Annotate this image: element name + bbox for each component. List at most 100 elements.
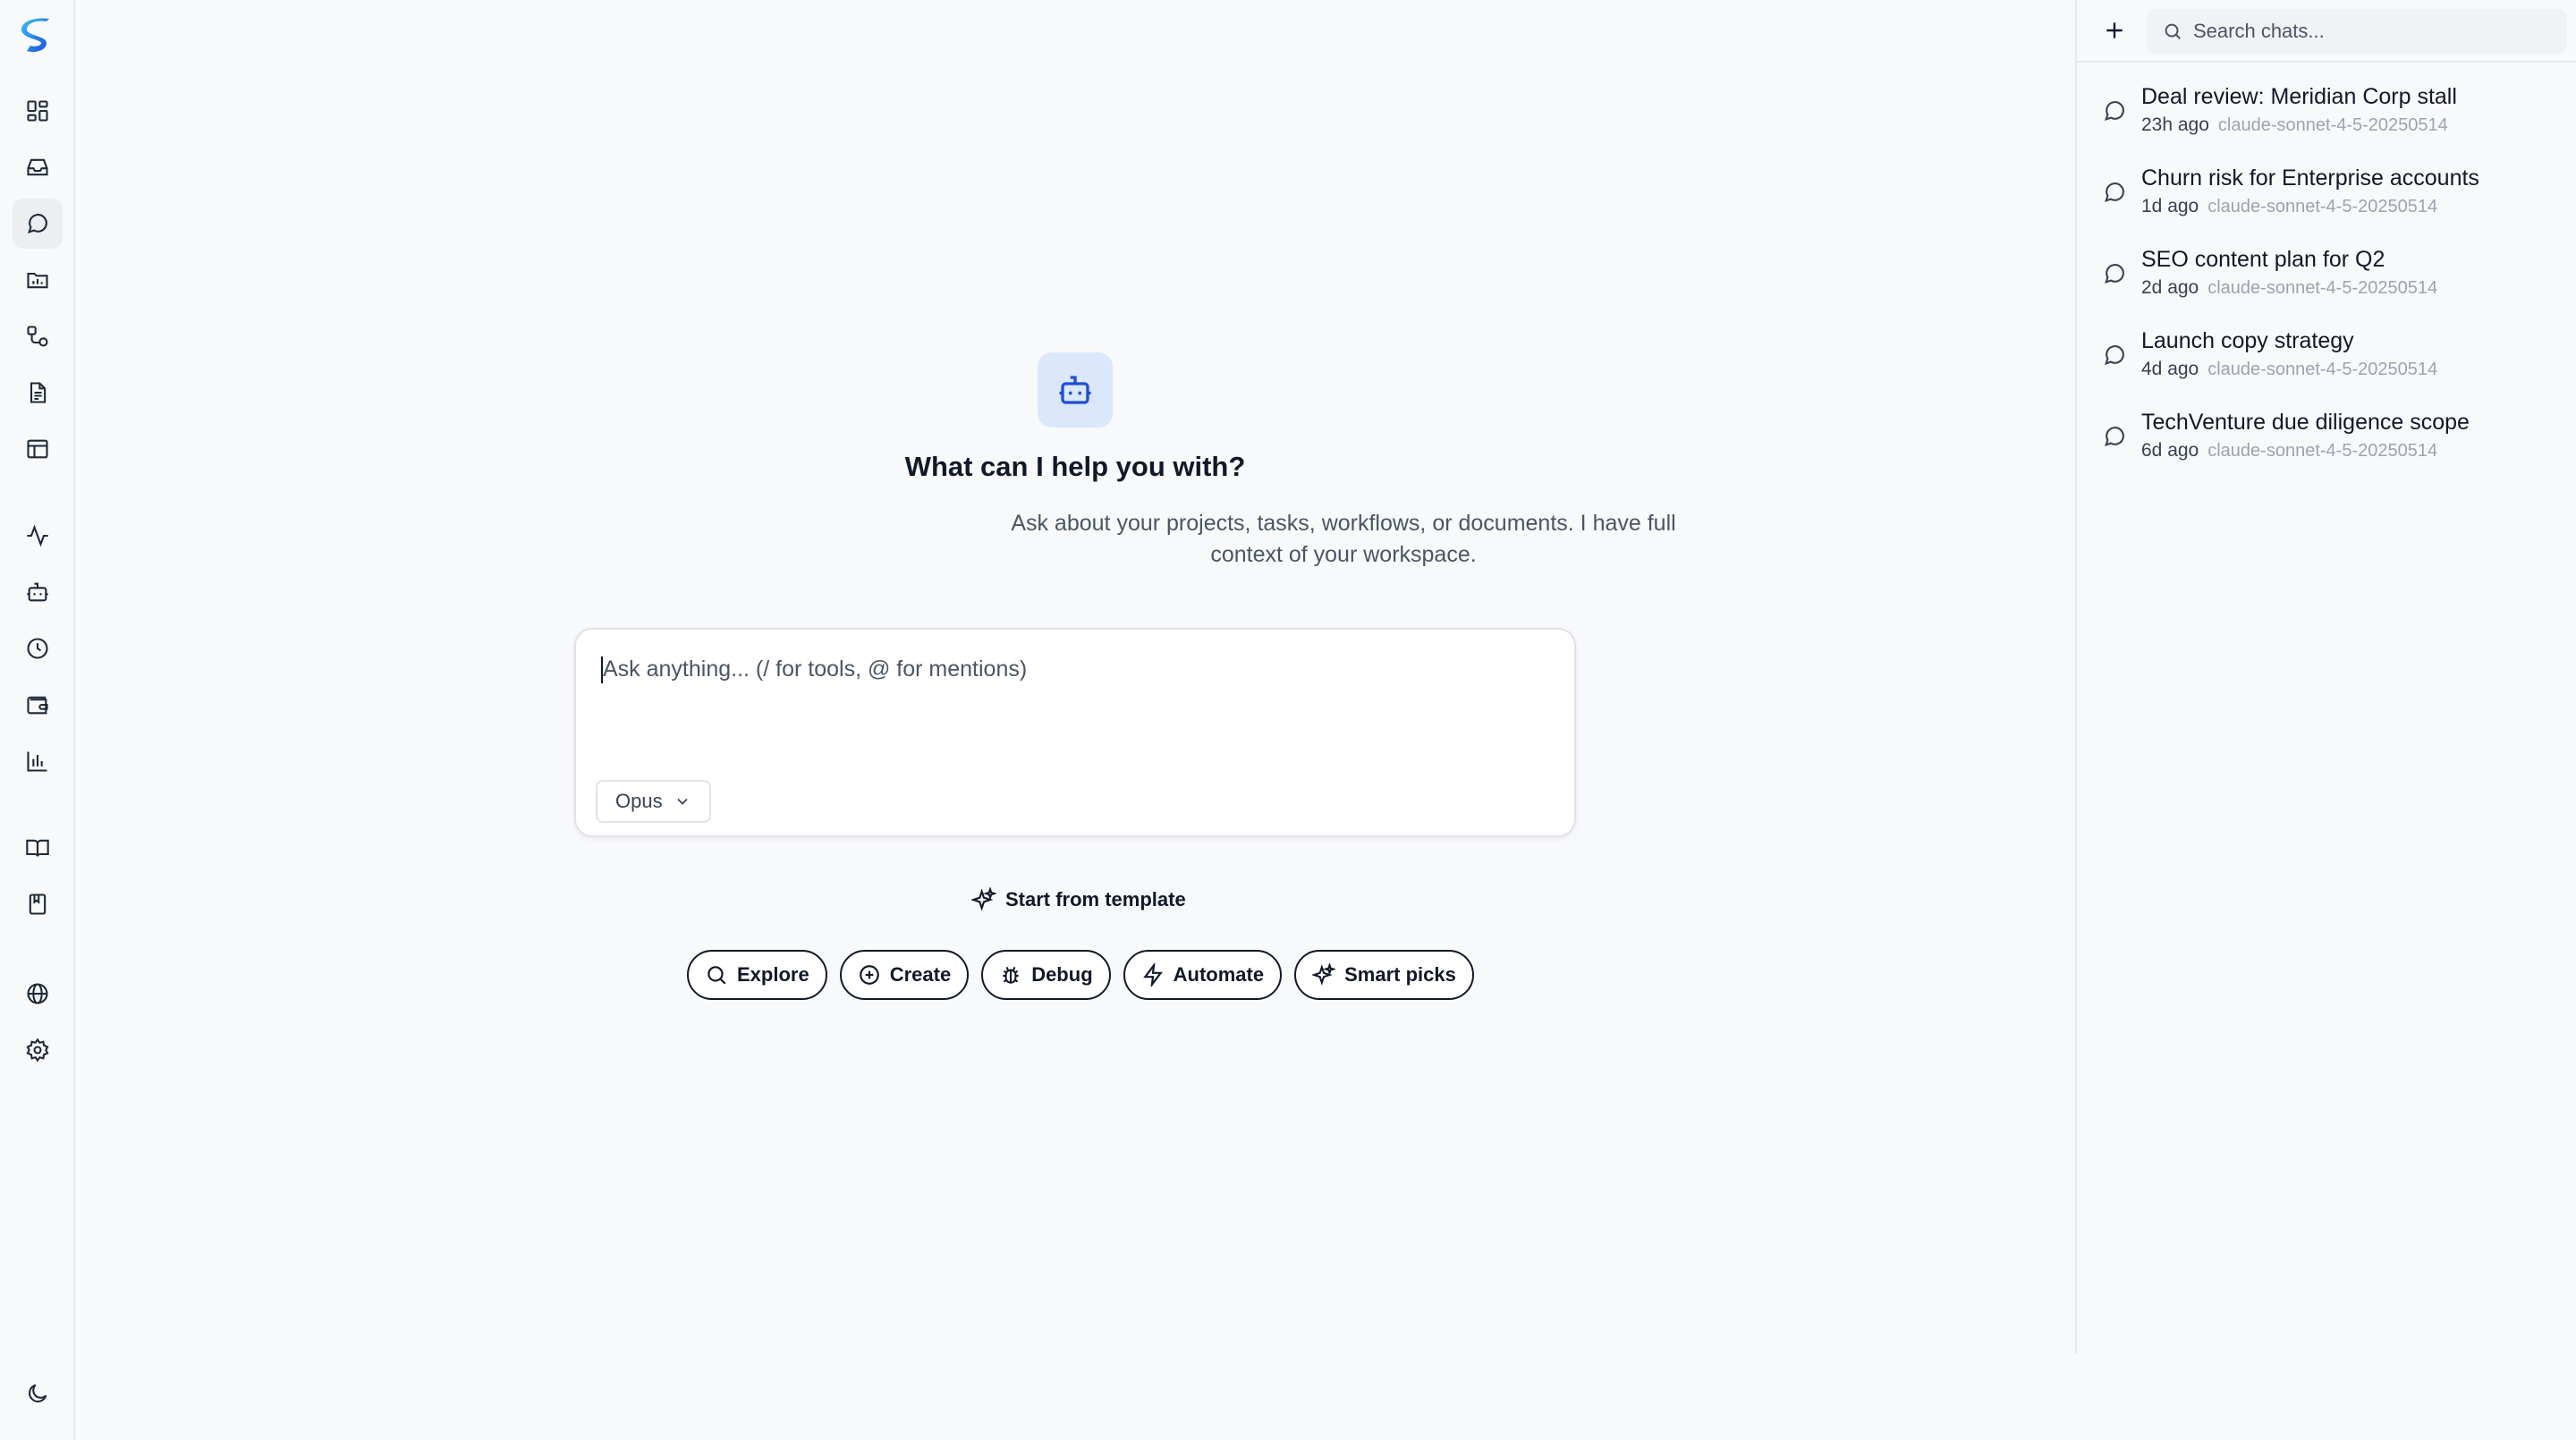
model-selector-label: Opus: [615, 790, 663, 812]
chip-label: Explore: [737, 963, 809, 986]
bot-icon: [27, 582, 48, 602]
chat-title: Deal review: Meridian Corp stall: [2141, 84, 2457, 109]
bug-icon: [1003, 967, 1019, 984]
inbox-icon: [27, 158, 48, 176]
rail-settings[interactable]: [13, 1025, 63, 1075]
rail-inbox[interactable]: [13, 142, 63, 192]
wallet-icon: [27, 696, 48, 715]
chip-automate[interactable]: Automate: [1123, 950, 1283, 1000]
chat-meta: 6d ago claude-sonnet-4-5-20250514: [2141, 440, 2437, 462]
rail-dashboard[interactable]: [13, 86, 63, 136]
chat-list-item[interactable]: Launch copy strategy 4d ago claude-sonnet…: [2077, 323, 2576, 404]
search-icon: [708, 966, 726, 985]
chat-list-item[interactable]: TechVenture due diligence scope 6d ago cl…: [2077, 404, 2576, 486]
chat-list-item[interactable]: SEO content plan for Q2 2d ago claude-son…: [2077, 241, 2576, 323]
chat-icon: [2105, 101, 2124, 121]
chat-input-placeholder[interactable]: Ask anything... (/ for tools, @ for ment…: [603, 656, 1027, 682]
moon-icon: [29, 1384, 47, 1402]
rail-activity[interactable]: [13, 511, 63, 561]
table-icon: [27, 439, 48, 459]
search-placeholder: Search chats...: [2193, 20, 2325, 42]
settings-icon: [26, 1038, 49, 1063]
bar-chart-icon: [27, 751, 47, 772]
chat-title: TechVenture due diligence scope: [2141, 410, 2470, 435]
chat-meta: 4d ago claude-sonnet-4-5-20250514: [2141, 359, 2437, 380]
chat-list-item[interactable]: Churn risk for Enterprise accounts 1d ag…: [2077, 160, 2576, 241]
chat-model: claude-sonnet-4-5-20250514: [2207, 360, 2438, 379]
model-selector[interactable]: Opus: [596, 780, 711, 823]
chat-icon: [2105, 427, 2124, 446]
chevron-down-icon: [676, 798, 688, 805]
chat-model: claude-sonnet-4-5-20250514: [2207, 278, 2438, 298]
rail-notebook[interactable]: [13, 879, 63, 929]
chip-create[interactable]: Create: [839, 950, 970, 1000]
rail-analytics[interactable]: [13, 736, 63, 786]
chip-explore[interactable]: Explore: [687, 950, 827, 1000]
app: What can I help you with? Ask about your…: [0, 0, 2576, 1440]
rail-documents[interactable]: [13, 368, 63, 418]
chat-icon: [28, 214, 47, 233]
document-icon: [30, 382, 47, 403]
start-from-template-button[interactable]: Start from template: [971, 884, 1186, 916]
book-open-icon: [26, 839, 49, 857]
notebook-icon: [29, 894, 47, 915]
suggestion-chips: Explore Create Debug Automate Smart pick…: [687, 950, 1474, 1000]
rail-projects[interactable]: [13, 255, 63, 305]
clock-icon: [27, 638, 48, 659]
chat-icon: [2105, 345, 2124, 365]
assistant-badge: [1038, 352, 1113, 428]
chip-debug[interactable]: Debug: [981, 950, 1111, 1000]
chat-time: 2d ago: [2141, 277, 2199, 298]
sparkles-icon: [971, 887, 996, 911]
chat-meta: 1d ago claude-sonnet-4-5-20250514: [2141, 196, 2437, 217]
dashboard-icon: [27, 100, 48, 122]
chip-label: Create: [889, 963, 952, 986]
rail-theme-toggle[interactable]: [13, 1368, 63, 1419]
chat-composer[interactable]: Ask anything... (/ for tools, @ for ment…: [574, 628, 1576, 837]
rail-workflows[interactable]: [13, 311, 63, 361]
rail-agents[interactable]: [13, 567, 63, 617]
plus-circle-icon: [859, 965, 879, 985]
globe-icon: [27, 983, 48, 1004]
search-chats-input[interactable]: Search chats...: [2147, 9, 2567, 54]
workflow-icon: [27, 326, 48, 347]
rail-library[interactable]: [13, 823, 63, 873]
activity-icon: [27, 524, 48, 547]
left-rail: [0, 0, 75, 1440]
bot-icon: [1059, 376, 1091, 404]
new-chat-button[interactable]: [2098, 14, 2131, 47]
chat-model: claude-sonnet-4-5-20250514: [2217, 115, 2448, 135]
chat-meta: 23h ago claude-sonnet-4-5-20250514: [2141, 114, 2448, 136]
chat-meta: 2d ago claude-sonnet-4-5-20250514: [2141, 277, 2437, 299]
folder-chart-icon: [27, 272, 48, 289]
chat-icon: [2105, 182, 2124, 202]
rail-globe[interactable]: [13, 969, 63, 1019]
chip-label: Debug: [1031, 963, 1093, 986]
start-from-template-label: Start from template: [1005, 888, 1186, 911]
rail-tables[interactable]: [13, 424, 63, 474]
chat-title: SEO content plan for Q2: [2141, 247, 2385, 272]
chat-time: 23h ago: [2141, 114, 2209, 135]
rail-history[interactable]: [13, 623, 63, 673]
plus-icon: [2106, 22, 2123, 38]
chip-label: Smart picks: [1344, 963, 1456, 986]
hero-title: What can I help you with?: [904, 451, 1246, 482]
chip-smart-picks[interactable]: Smart picks: [1294, 950, 1474, 1000]
chat-title: Launch copy strategy: [2141, 328, 2354, 353]
chat-list-item[interactable]: Deal review: Meridian Corp stall 23h ago…: [2077, 79, 2576, 160]
lightning-icon: [1142, 963, 1163, 987]
chat-time: 6d ago: [2141, 440, 2199, 461]
rail-wallet[interactable]: [13, 680, 63, 730]
chat-list: Deal review: Meridian Corp stall 23h ago…: [2077, 79, 2576, 486]
sparkles-icon: [1312, 963, 1336, 986]
chat-main: What can I help you with? Ask about your…: [77, 0, 2075, 1440]
chat-time: 1d ago: [2141, 196, 2199, 216]
logo-icon[interactable]: [20, 18, 55, 55]
chat-history-panel: Search chats... Deal review: Meridian Co…: [2075, 0, 2576, 1354]
chat-title: Churn risk for Enterprise accounts: [2141, 165, 2479, 191]
chat-model: claude-sonnet-4-5-20250514: [2207, 197, 2438, 216]
rail-chat[interactable]: [13, 199, 63, 249]
chat-icon: [2105, 264, 2124, 284]
chip-label: Automate: [1173, 963, 1265, 986]
chat-history-header: Search chats...: [2077, 0, 2576, 63]
